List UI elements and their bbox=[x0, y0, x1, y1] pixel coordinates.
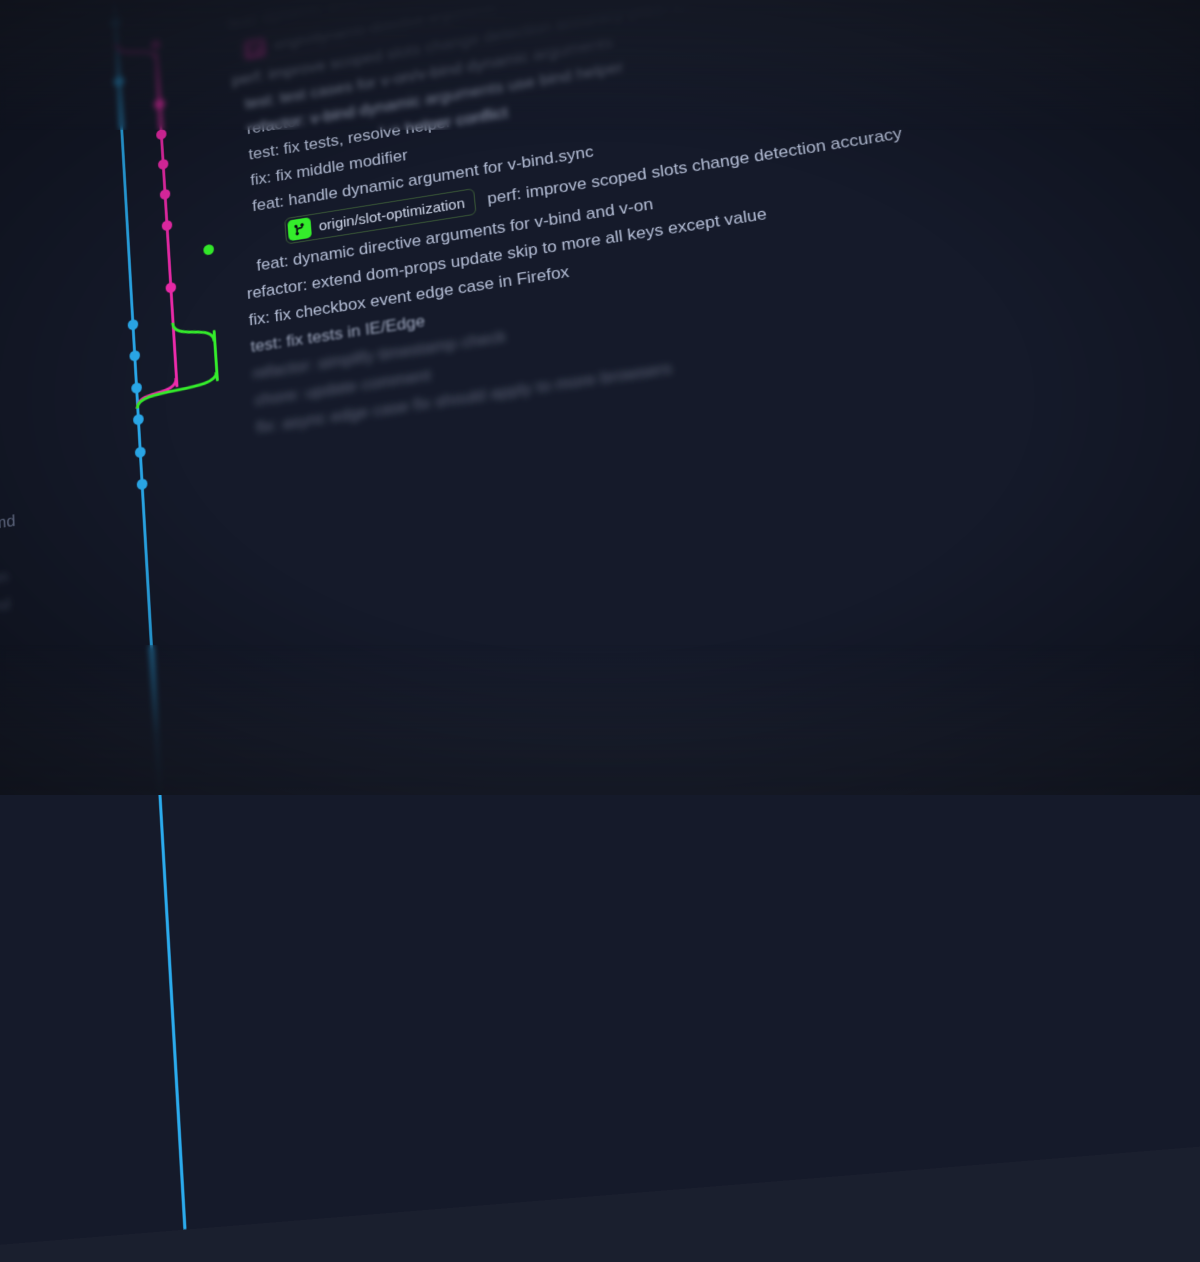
commit-node[interactable] bbox=[156, 128, 167, 140]
graph-curve bbox=[135, 375, 185, 411]
commit-node[interactable] bbox=[133, 414, 144, 426]
commit-node[interactable] bbox=[154, 98, 165, 110]
commit-node[interactable] bbox=[129, 350, 140, 362]
commit-node[interactable] bbox=[110, 16, 121, 27]
commit-node[interactable] bbox=[162, 219, 173, 231]
commit-node[interactable] bbox=[131, 382, 142, 394]
graph-lane-slot bbox=[213, 330, 219, 382]
graph-curve bbox=[135, 369, 225, 411]
git-branch-icon bbox=[287, 217, 312, 241]
graph-curve bbox=[172, 314, 222, 350]
commit-node[interactable] bbox=[165, 281, 176, 293]
commit-node[interactable] bbox=[203, 244, 214, 256]
git-branch-icon bbox=[243, 36, 267, 60]
commit-node[interactable] bbox=[150, 39, 161, 50]
commit-node[interactable] bbox=[137, 478, 148, 490]
commit-node[interactable] bbox=[127, 319, 138, 331]
file-label: README.md bbox=[0, 594, 11, 626]
commit-log-panel: build: build 2.6.0-beta.2build: fix feat… bbox=[62, 0, 1200, 1234]
graph-lane-feature bbox=[155, 51, 179, 388]
commit-list: build: build 2.6.0-beta.2build: fix feat… bbox=[217, 0, 1200, 442]
commit-node[interactable] bbox=[158, 158, 169, 170]
graph-curve bbox=[115, 34, 162, 68]
commit-node[interactable] bbox=[135, 446, 146, 458]
commit-node[interactable] bbox=[114, 75, 125, 86]
commit-node[interactable] bbox=[160, 189, 171, 201]
